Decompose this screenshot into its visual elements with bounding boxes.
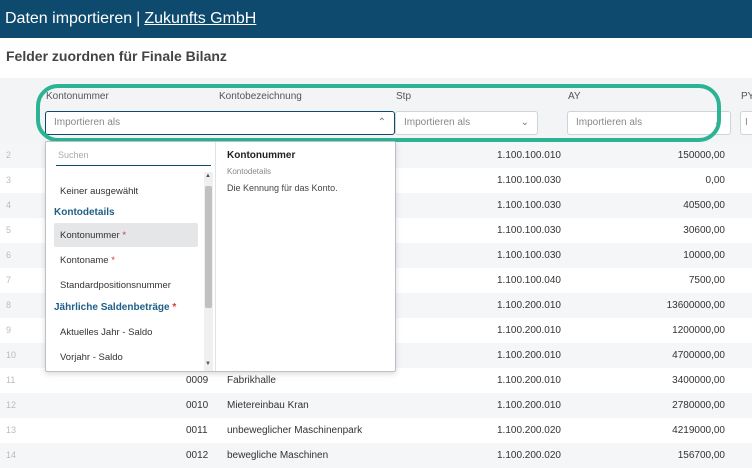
row-index: 3 [6, 175, 12, 185]
stp-value: 1.100.200.010 [497, 400, 561, 411]
option-aktuelles-jahr-saldo[interactable]: Aktuelles Jahr - Saldo [54, 320, 198, 344]
stp-value: 1.100.100.030 [497, 200, 561, 211]
table-row: 13 0011 unbeweglicher Maschinenpark 1.100.2… [0, 418, 752, 443]
ay-value: 3400000,00 [672, 375, 725, 386]
column-label-kontobezeichnung: Kontobezeichnung [219, 91, 302, 102]
stp-value: 1.100.200.020 [497, 425, 561, 436]
group-label-jaehrliche-saldenbetraege: Jährliche Saldenbeträge * [54, 302, 177, 313]
kontonummer-import-select[interactable]: Importieren als ⌃ [45, 111, 395, 135]
row-index: 6 [6, 250, 12, 260]
option-none[interactable]: Keiner ausgewählt [54, 179, 198, 203]
account-name: unbeweglicher Maschinenpark [227, 425, 363, 436]
row-index: 14 [6, 450, 17, 460]
option-standardpositionsnummer[interactable]: Standardpositionsnummer [54, 273, 198, 297]
header-separator: | [136, 10, 141, 27]
account-number: 0012 [186, 450, 209, 461]
dropdown-search-input[interactable]: Suchen [56, 148, 211, 166]
ay-value: 10000,00 [683, 250, 725, 261]
stp-value: 1.100.100.010 [497, 150, 561, 161]
stp-value: 1.100.100.030 [497, 225, 561, 236]
ay-value: 4700000,00 [672, 350, 725, 361]
row-index: 7 [6, 275, 12, 285]
stp-value: 1.100.200.020 [497, 450, 561, 461]
account-number: 0010 [186, 400, 209, 411]
detail-description: Die Kennung für das Konto. [227, 183, 338, 193]
select-placeholder: Importieren als [404, 117, 471, 128]
stp-value: 1.100.200.010 [497, 375, 561, 386]
account-number: 0009 [186, 375, 209, 386]
account-number: 0011 [186, 425, 208, 436]
ay-value: 4219000,00 [672, 425, 725, 436]
option-detail-panel: Kontonummer Kontodetails Die Kennung für… [227, 150, 387, 193]
ay-value: 7500,00 [688, 275, 725, 286]
row-index: 10 [6, 350, 17, 360]
option-kontonummer[interactable]: Kontonummer * [54, 223, 198, 247]
stp-value: 1.100.100.030 [497, 250, 561, 261]
select-placeholder: Importieren als [576, 117, 643, 128]
ay-value: 1200000,00 [672, 325, 725, 336]
page-subtitle: Felder zuordnen für Finale Bilanz [6, 48, 227, 64]
import-as-dropdown: Suchen Keiner ausgewählt Kontodetails Ko… [45, 141, 396, 372]
option-vorjahr-saldo[interactable]: Vorjahr - Saldo [54, 345, 198, 369]
detail-title: Kontonummer [227, 150, 296, 161]
row-index: 9 [6, 325, 12, 335]
row-index: 8 [6, 300, 12, 310]
scroll-up-icon[interactable]: ▲ [205, 173, 211, 179]
column-label-py: PY [741, 91, 752, 102]
ay-value: 150000,00 [677, 150, 725, 161]
app-header: Daten importieren | Zukunfts GmbH [0, 0, 752, 38]
dropdown-options-panel: Suchen Keiner ausgewählt Kontodetails Ko… [46, 142, 216, 371]
table-row: 12 0010 Mietereinbau Kran 1.100.200.010 2780… [0, 393, 752, 418]
chevron-down-icon: ⌄ [520, 117, 529, 128]
row-index: 4 [6, 200, 12, 210]
account-name: Fabrikhalle [227, 375, 276, 386]
ay-value: 30600,00 [683, 225, 725, 236]
column-label-ay: AY [568, 91, 581, 102]
stp-value: 1.100.200.010 [497, 300, 561, 311]
row-index: 2 [6, 150, 12, 160]
ay-value: 0,00 [705, 175, 725, 186]
company-link[interactable]: Zukunfts GmbH [144, 10, 256, 27]
account-name: bewegliche Maschinen [227, 450, 329, 461]
detail-group: Kontodetails [227, 167, 272, 176]
ay-value: 40500,00 [683, 200, 725, 211]
row-index: 12 [6, 400, 17, 410]
row-index: 5 [6, 225, 12, 235]
stp-value: 1.100.200.010 [497, 350, 561, 361]
scroll-down-icon[interactable]: ▼ [205, 361, 211, 367]
py-import-select[interactable]: I [740, 111, 752, 135]
ay-value: 2780000,00 [672, 400, 725, 411]
option-kontoname[interactable]: Kontoname * [54, 248, 198, 272]
select-placeholder: Importieren als [54, 117, 121, 128]
row-index: 13 [6, 425, 17, 435]
column-label-kontonummer: Kontonummer [46, 91, 109, 102]
row-index: 11 [6, 375, 16, 385]
column-label-stp: Stp [396, 91, 412, 102]
stp-value: 1.100.100.040 [497, 275, 561, 286]
stp-value: 1.100.100.030 [497, 175, 561, 186]
table-row: 14 0012 bewegliche Maschinen 1.100.200.020 1… [0, 443, 752, 468]
ay-value: 13600000,00 [666, 300, 725, 311]
header-title: Daten importieren [5, 10, 133, 27]
account-name: Mietereinbau Kran [227, 400, 309, 411]
dropdown-scroll-thumb[interactable] [205, 186, 212, 308]
ay-import-select[interactable]: Importieren als ⌄ [567, 111, 731, 135]
chevron-down-icon: ⌄ [713, 117, 722, 128]
select-placeholder: I [745, 117, 748, 128]
ay-value: 156700,00 [677, 450, 725, 461]
stp-import-select[interactable]: Importieren als ⌄ [395, 111, 538, 135]
stp-value: 1.100.200.010 [497, 325, 561, 336]
chevron-up-icon: ⌃ [377, 117, 386, 128]
group-label-kontodetails: Kontodetails [54, 207, 115, 218]
